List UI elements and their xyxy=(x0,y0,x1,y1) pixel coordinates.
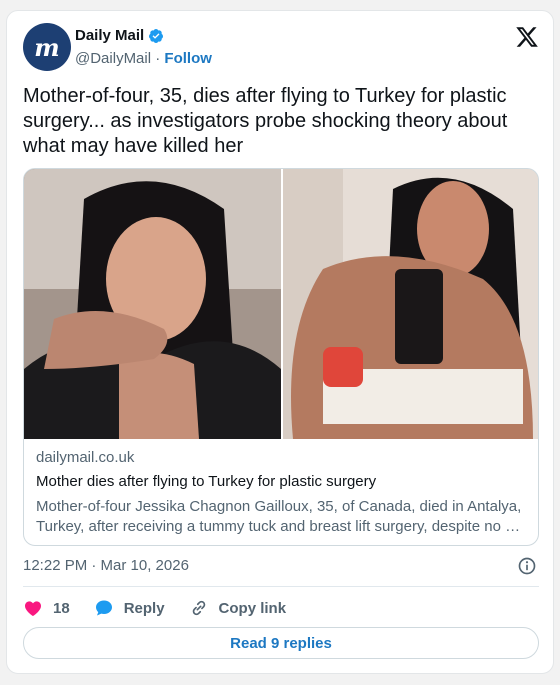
link-description: Mother-of-four Jessika Chagnon Gailloux,… xyxy=(36,498,522,535)
link-icon xyxy=(192,600,205,616)
like-count: 18 xyxy=(53,599,70,617)
tweet-text: Mother-of-four, 35, dies after flying to… xyxy=(23,85,508,157)
read-replies-button[interactable]: Read 9 replies xyxy=(23,627,539,659)
link-title[interactable]: Mother dies after flying to Turkey for p… xyxy=(36,473,528,490)
article-photo-right[interactable] xyxy=(283,169,538,439)
copy-link-button[interactable]: Copy link xyxy=(189,598,287,618)
copy-link-label: Copy link xyxy=(218,599,287,617)
handle-row: @DailyMail · Follow xyxy=(75,50,212,67)
verified-badge-icon xyxy=(149,28,164,43)
speech-bubble-icon xyxy=(95,600,112,616)
link-meta: dailymail.co.uk Mother dies after flying… xyxy=(36,449,528,537)
link-preview-card[interactable]: dailymail.co.uk Mother dies after flying… xyxy=(23,168,539,546)
tweet-card: m Daily Mail @DailyMail · Follow Mother-… xyxy=(6,10,554,674)
x-logo-icon[interactable] xyxy=(515,25,539,49)
reply-label: Reply xyxy=(123,599,165,617)
handle-separator: · xyxy=(155,50,161,67)
reply-button[interactable]: Reply xyxy=(94,598,165,618)
article-photo-left[interactable] xyxy=(24,169,281,439)
heart-icon xyxy=(25,601,41,616)
author-name[interactable]: Daily Mail xyxy=(75,27,144,44)
info-icon[interactable] xyxy=(517,556,537,576)
action-bar: 18 Reply Copy link xyxy=(23,597,310,619)
link-domain: dailymail.co.uk xyxy=(36,449,135,466)
author-handle[interactable]: @DailyMail xyxy=(75,50,151,67)
like-button[interactable]: 18 xyxy=(23,598,70,618)
tweet-timestamp[interactable]: 12:22 PM · Mar 10, 2026 xyxy=(23,557,189,574)
avatar[interactable]: m xyxy=(23,23,71,71)
author-name-row: Daily Mail xyxy=(75,27,164,44)
follow-button[interactable]: Follow xyxy=(164,50,212,67)
divider xyxy=(23,586,539,587)
